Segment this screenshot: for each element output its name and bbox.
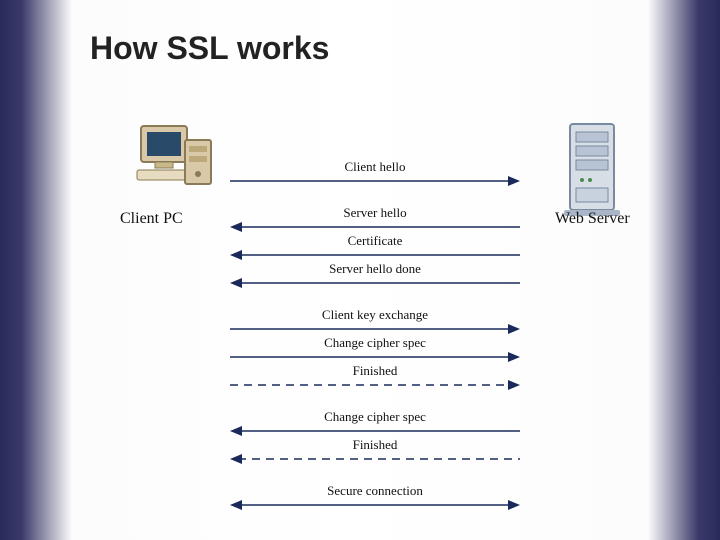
client-label: Client PC — [120, 210, 183, 228]
msg-row: Server hello done — [230, 262, 520, 290]
msg-label: Certificate — [230, 234, 520, 249]
arrow-right-icon — [230, 323, 520, 335]
msg-label: Secure connection — [230, 484, 520, 499]
msg-label: Client key exchange — [230, 308, 520, 323]
arrow-right-icon — [230, 175, 520, 187]
msg-row: Change cipher spec — [230, 410, 520, 438]
client-pc-icon — [135, 120, 215, 205]
msg-row: Server hello — [230, 206, 520, 234]
arrow-right-icon — [230, 351, 520, 363]
msg-row: Secure connection — [230, 484, 520, 512]
msg-label: Change cipher spec — [230, 336, 520, 351]
server-label: Web Server — [555, 210, 630, 228]
arrow-left-icon — [230, 221, 520, 233]
arrow-left-dashed-icon — [230, 453, 520, 465]
msg-label: Server hello done — [230, 262, 520, 277]
arrow-both-icon — [230, 499, 520, 511]
msg-row: Change cipher spec — [230, 336, 520, 364]
handshake-diagram: Client hello Server hello Certificate Se… — [230, 160, 520, 512]
msg-row: Certificate — [230, 234, 520, 262]
arrow-right-dashed-icon — [230, 379, 520, 391]
arrow-left-icon — [230, 249, 520, 261]
msg-row: Finished — [230, 438, 520, 466]
msg-label: Client hello — [230, 160, 520, 175]
slide-title: How SSL works — [90, 30, 329, 67]
msg-row: Finished — [230, 364, 520, 392]
msg-row: Client hello — [230, 160, 520, 188]
msg-label: Finished — [230, 364, 520, 379]
msg-label: Server hello — [230, 206, 520, 221]
msg-row: Client key exchange — [230, 308, 520, 336]
msg-label: Finished — [230, 438, 520, 453]
arrow-left-icon — [230, 277, 520, 289]
arrow-left-icon — [230, 425, 520, 437]
msg-label: Change cipher spec — [230, 410, 520, 425]
slide: How SSL works Client PC Web Server — [0, 0, 720, 540]
